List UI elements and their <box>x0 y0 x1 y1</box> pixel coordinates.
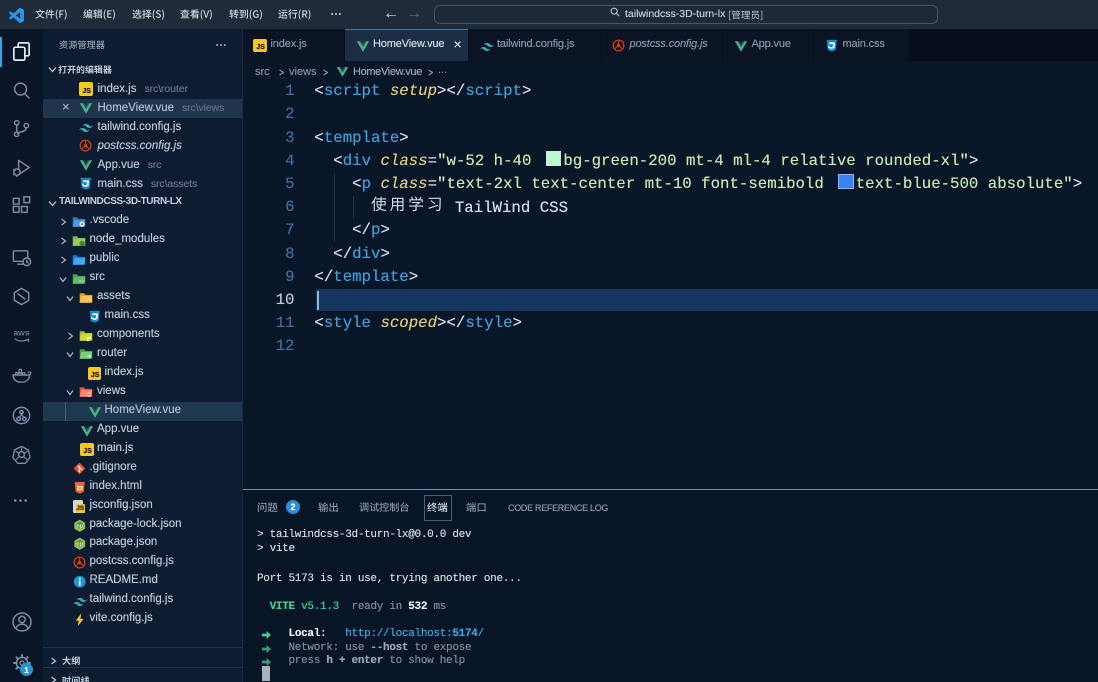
svg-text:<>: <> <box>78 279 84 285</box>
svg-text:np: np <box>76 523 83 529</box>
svg-text:aws: aws <box>13 327 29 337</box>
svg-text:np: np <box>76 542 83 548</box>
